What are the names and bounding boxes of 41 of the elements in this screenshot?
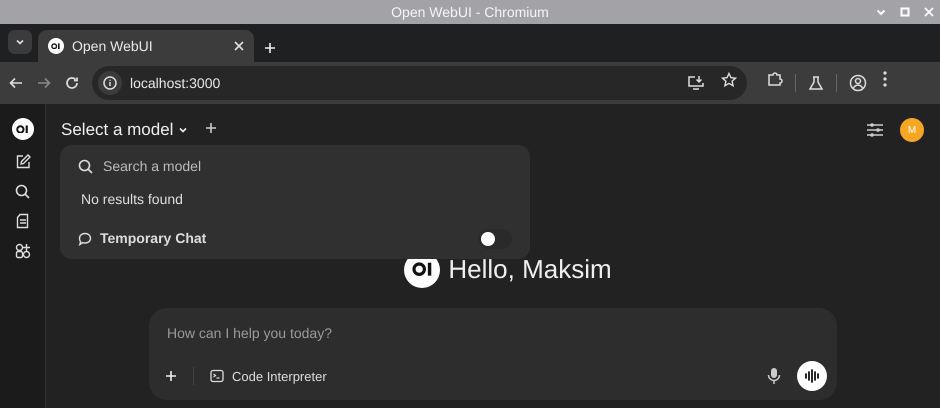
- add-model-icon[interactable]: [205, 122, 218, 134]
- new-tab-icon[interactable]: [264, 42, 276, 54]
- chat-bubble-icon: [78, 232, 92, 246]
- terminal-icon: [210, 369, 224, 383]
- profile-icon[interactable]: [849, 74, 867, 92]
- forward-icon[interactable]: [36, 75, 52, 91]
- browser-tab[interactable]: Open WebUI: [38, 30, 254, 62]
- greeting-text: Hello, Maksim: [448, 253, 612, 286]
- no-results-text: No results found: [80, 190, 184, 209]
- tab-title: Open WebUI: [72, 36, 154, 56]
- back-icon[interactable]: [8, 75, 24, 91]
- extensions-icon[interactable]: [767, 71, 783, 87]
- favicon-icon: [48, 38, 64, 54]
- address-bar[interactable]: localhost:3000: [92, 66, 747, 100]
- search-icon[interactable]: [15, 184, 30, 199]
- close-tab-icon[interactable]: [234, 41, 244, 51]
- window-title: Open WebUI - Chromium: [391, 2, 549, 22]
- reload-icon[interactable]: [64, 75, 80, 91]
- new-chat-icon[interactable]: [14, 154, 30, 170]
- sound-wave-icon: [804, 369, 820, 383]
- temporary-chat-label: Temporary Chat: [100, 229, 208, 248]
- flask-icon[interactable]: [808, 75, 824, 91]
- bookmark-star-icon[interactable]: [721, 72, 737, 88]
- menu-icon[interactable]: [883, 71, 887, 87]
- url-text: localhost:3000: [130, 74, 222, 92]
- app-logo: [12, 118, 34, 140]
- attach-icon[interactable]: [165, 370, 177, 382]
- voice-mode-button[interactable]: [797, 361, 827, 391]
- notes-icon[interactable]: [16, 213, 30, 229]
- microphone-icon[interactable]: [767, 367, 781, 385]
- install-app-icon[interactable]: [687, 75, 705, 91]
- message-input[interactable]: How can I help you today?: [165, 322, 827, 345]
- tab-list-button[interactable]: [8, 30, 32, 54]
- workspace-icon[interactable]: [14, 243, 30, 259]
- site-info-icon[interactable]: [103, 76, 117, 90]
- controls-icon[interactable]: [866, 122, 884, 138]
- temporary-chat-toggle[interactable]: [478, 228, 512, 248]
- model-selector[interactable]: Select a model: [61, 117, 190, 143]
- code-interpreter-button[interactable]: Code Interpreter: [210, 369, 327, 383]
- model-search-field[interactable]: Search a model: [101, 154, 401, 178]
- search-icon: [78, 158, 93, 174]
